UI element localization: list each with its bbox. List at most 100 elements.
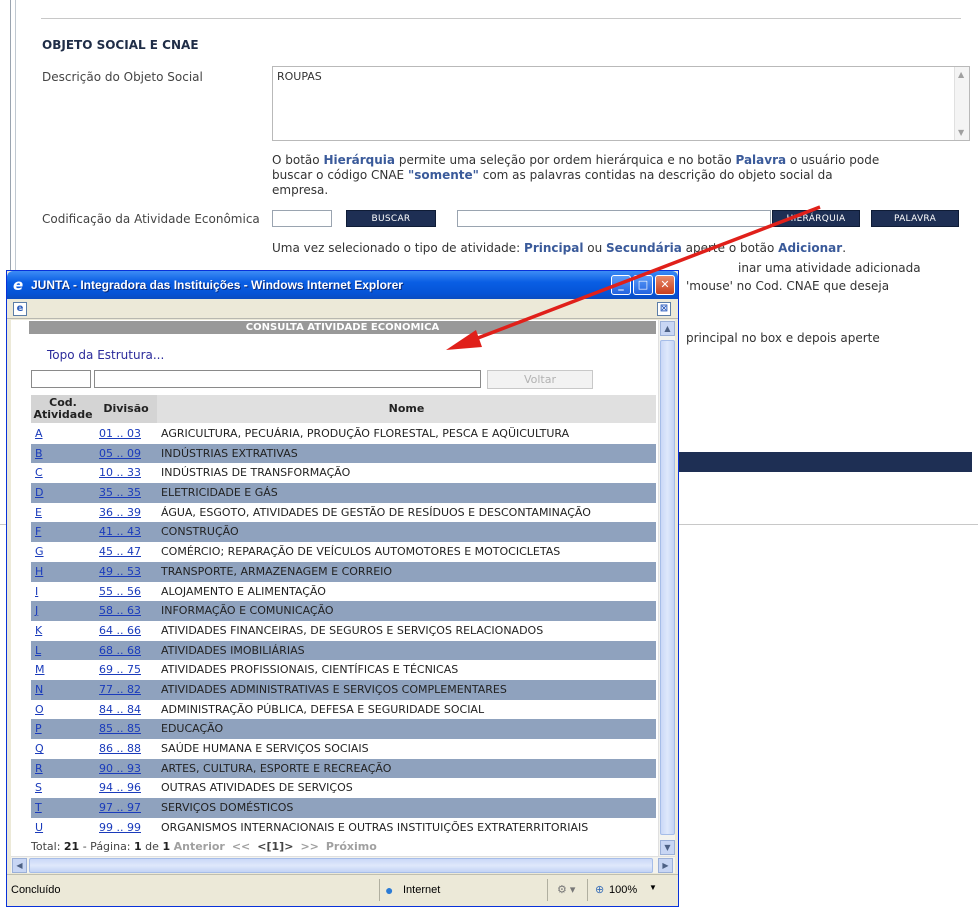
cod-atividade-link[interactable]: P [35, 722, 42, 735]
cod-atividade-link[interactable]: U [35, 821, 43, 834]
col-cod-atividade[interactable]: Cod. Atividade [31, 395, 95, 423]
cod-atividade-link[interactable]: R [35, 762, 43, 775]
protected-mode-icon[interactable]: ⚙ ▾ [557, 883, 575, 896]
scroll-thumb[interactable] [660, 340, 675, 835]
cod-atividade-link[interactable]: M [35, 663, 45, 676]
hierarquia-button[interactable]: HIERÁRQUIA [772, 210, 860, 227]
table-row[interactable]: K 64 .. 66 ATIVIDADES FINANCEIRAS, DE SEGU… [31, 620, 656, 641]
divisao-link[interactable]: 90 .. 93 [99, 762, 141, 775]
col-divisao[interactable]: Divisão [95, 395, 157, 423]
table-row[interactable]: N 77 .. 82 ATIVIDADES ADMINISTRATIVAS E SE… [31, 679, 656, 700]
table-row[interactable]: D 35 .. 35 ELETRICIDADE E GÁS [31, 483, 656, 503]
cod-atividade-link[interactable]: J [35, 604, 38, 617]
divisao-link[interactable]: 97 .. 97 [99, 801, 141, 814]
cnae-desc-input[interactable] [457, 210, 771, 227]
cod-atividade-link[interactable]: D [35, 486, 43, 499]
divisao-link[interactable]: 69 .. 75 [99, 663, 141, 676]
buscar-button[interactable]: BUSCAR [346, 210, 436, 227]
table-row[interactable]: Q 86 .. 88 SAÚDE HUMANA E SERVIÇOS SOCIAIS [31, 739, 656, 759]
compat-view-icon[interactable]: ⊠ [657, 302, 671, 316]
window-titlebar[interactable]: e JUNTA - Integradora das Instituições -… [7, 271, 678, 299]
divisao-link[interactable]: 99 .. 99 [99, 821, 141, 834]
divisao-link[interactable]: 05 .. 09 [99, 447, 141, 460]
divisao-link[interactable]: 58 .. 63 [99, 604, 141, 617]
divisao-link[interactable]: 77 .. 82 [99, 683, 141, 696]
scroll-down-icon[interactable]: ▼ [660, 840, 675, 855]
divisao-link[interactable]: 94 .. 96 [99, 781, 141, 794]
table-row[interactable]: G 45 .. 47 COMÉRCIO; REPARAÇÃO DE VEÍCULOS… [31, 542, 656, 562]
cod-atividade-link[interactable]: T [35, 801, 42, 814]
table-row[interactable]: M 69 .. 75 ATIVIDADES PROFISSIONAIS, CIENT… [31, 660, 656, 680]
cod-atividade-link[interactable]: S [35, 781, 42, 794]
cod-atividade-link[interactable]: E [35, 506, 42, 519]
table-row[interactable]: H 49 .. 53 TRANSPORTE, ARMAZENAGEM E CORRE… [31, 561, 656, 582]
table-row[interactable]: J 58 .. 63 INFORMAÇÃO E COMUNICAÇÃO [31, 601, 656, 621]
cod-atividade-link[interactable]: L [35, 644, 41, 657]
textarea-scrollbar[interactable]: ▲ ▼ [954, 67, 969, 140]
pager-next[interactable]: >> [300, 840, 318, 853]
cod-atividade-link[interactable]: G [35, 545, 44, 558]
divisao-link[interactable]: 49 .. 53 [99, 565, 141, 578]
zoom-level[interactable]: 100% [609, 884, 637, 896]
divisao-link[interactable]: 36 .. 39 [99, 506, 141, 519]
col-nome[interactable]: Nome [157, 395, 656, 423]
maximize-icon[interactable]: □ [633, 275, 653, 295]
descricao-textarea[interactable]: ROUPAS ▲ ▼ [272, 66, 970, 141]
divisao-link[interactable]: 68 .. 68 [99, 644, 141, 657]
divisao-link[interactable]: 45 .. 47 [99, 545, 141, 558]
cod-atividade-link[interactable]: C [35, 466, 43, 479]
table-row[interactable]: U 99 .. 99 ORGANISMOS INTERNACIONAIS E OUT… [31, 817, 656, 838]
zoom-icon[interactable]: ⊕ [595, 883, 604, 896]
horizontal-scrollbar[interactable]: ◀ ▶ [11, 856, 675, 873]
cod-atividade-link[interactable]: B [35, 447, 43, 460]
divisao-link[interactable]: 64 .. 66 [99, 624, 141, 637]
hscroll-thumb[interactable] [29, 858, 653, 873]
cod-atividade-link[interactable]: F [35, 525, 41, 538]
table-row[interactable]: T 97 .. 97 SERVIÇOS DOMÉSTICOS [31, 798, 656, 818]
scroll-left-icon[interactable]: ◀ [12, 858, 27, 873]
vertical-scrollbar[interactable]: ▲ ▼ [658, 320, 675, 856]
zoom-dropdown-icon[interactable]: ▼ [649, 883, 657, 892]
pager-anterior[interactable]: Anterior [174, 840, 225, 853]
cod-atividade-link[interactable]: I [35, 585, 38, 598]
cod-atividade-link[interactable]: K [35, 624, 42, 637]
divisao-link[interactable]: 01 .. 03 [99, 427, 141, 440]
cod-atividade-link[interactable]: O [35, 703, 44, 716]
cod-atividade-link[interactable]: H [35, 565, 43, 578]
table-row[interactable]: O 84 .. 84 ADMINISTRAÇÃO PÚBLICA, DEFESA E… [31, 699, 656, 720]
topo-estrutura-link[interactable]: Topo da Estrutura... [47, 348, 164, 362]
close-icon[interactable]: ✕ [655, 275, 675, 295]
cod-search-input[interactable] [31, 370, 91, 388]
divisao-link[interactable]: 85 .. 85 [99, 722, 141, 735]
table-row[interactable]: I 55 .. 56 ALOJAMENTO E ALIMENTAÇÃO [31, 581, 656, 602]
divisao-link[interactable]: 35 .. 35 [99, 486, 141, 499]
cod-atividade-link[interactable]: N [35, 683, 43, 696]
table-row[interactable]: S 94 .. 96 OUTRAS ATIVIDADES DE SERVIÇOS [31, 778, 656, 799]
table-row[interactable]: C 10 .. 33 INDÚSTRIAS DE TRANSFORMAÇÃO [31, 463, 656, 484]
table-row[interactable]: L 68 .. 68 ATIVIDADES IMOBILIÁRIAS [31, 640, 656, 661]
scroll-up-icon[interactable]: ▲ [660, 321, 675, 336]
pager-proximo[interactable]: Próximo [326, 840, 377, 853]
divisao-link[interactable]: 55 .. 56 [99, 585, 141, 598]
nome-search-input[interactable] [94, 370, 481, 388]
scroll-right-icon[interactable]: ▶ [658, 858, 673, 873]
pager-prev[interactable]: << [232, 840, 250, 853]
cnae-code-input[interactable] [272, 210, 332, 227]
scroll-up-icon[interactable]: ▲ [958, 70, 964, 79]
cod-atividade-link[interactable]: A [35, 427, 43, 440]
table-row[interactable]: F 41 .. 43 CONSTRUÇÃO [31, 522, 656, 543]
divisao-link[interactable]: 10 .. 33 [99, 466, 141, 479]
divisao-link[interactable]: 86 .. 88 [99, 742, 141, 755]
table-row[interactable]: R 90 .. 93 ARTES, CULTURA, ESPORTE E RECRE… [31, 758, 656, 779]
divisao-link[interactable]: 41 .. 43 [99, 525, 141, 538]
palavra-button[interactable]: PALAVRA [871, 210, 959, 227]
table-row[interactable]: P 85 .. 85 EDUCAÇÃO [31, 719, 656, 739]
cod-atividade-link[interactable]: Q [35, 742, 44, 755]
scroll-down-icon[interactable]: ▼ [958, 128, 964, 137]
divisao-link[interactable]: 84 .. 84 [99, 703, 141, 716]
table-row[interactable]: A 01 .. 03 AGRICULTURA, PECUÁRIA, PRODUÇÃO… [31, 424, 656, 444]
table-row[interactable]: B 05 .. 09 INDÚSTRIAS EXTRATIVAS [31, 443, 656, 464]
table-row[interactable]: E 36 .. 39 ÁGUA, ESGOTO, ATIVIDADES DE GES… [31, 502, 656, 523]
minimize-icon[interactable]: _ [611, 275, 631, 295]
voltar-button[interactable]: Voltar [487, 370, 593, 389]
